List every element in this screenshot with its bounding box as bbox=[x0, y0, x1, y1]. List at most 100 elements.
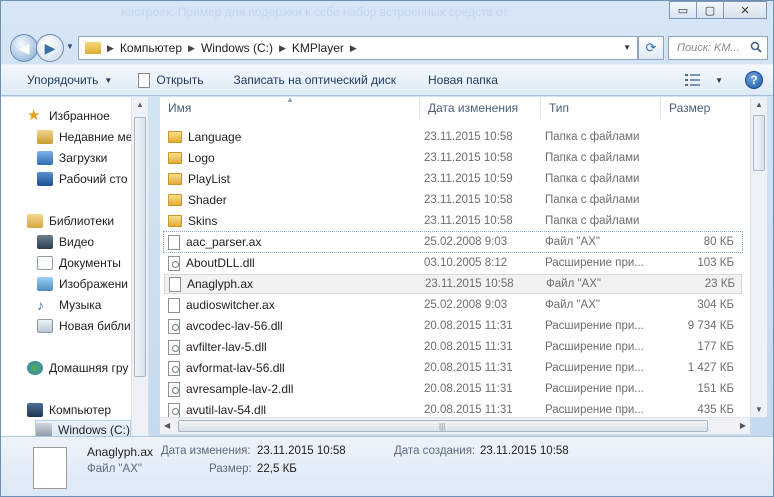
recent-places-icon bbox=[37, 130, 53, 144]
file-row[interactable]: avfilter-lav-5.dll 20.08.2015 11:31 Расшир… bbox=[164, 337, 742, 357]
navpane-scrollbar[interactable]: ▲ bbox=[131, 97, 148, 436]
cell-name: avutil-lav-54.dll bbox=[164, 402, 424, 417]
maximize-button[interactable]: ▢ bbox=[696, 1, 724, 19]
file-row[interactable]: audioswitcher.ax 25.02.2008 9:03 Файл "AX"… bbox=[164, 295, 742, 315]
file-row[interactable]: avcodec-lav-56.dll 20.08.2015 11:31 Расшир… bbox=[164, 316, 742, 336]
file-row[interactable]: avresample-lav-2.dll 20.08.2015 11:31 Расш… bbox=[164, 379, 742, 399]
chevron-right-icon[interactable]: ▶ bbox=[107, 43, 114, 54]
cell-date: 25.02.2008 9:03 bbox=[424, 299, 508, 311]
search-input[interactable]: Поиск: KM... bbox=[668, 36, 768, 60]
cell-type: Папка с файлами bbox=[545, 215, 640, 227]
folder-row[interactable]: Shader 23.11.2015 10:58 Папка с файлами bbox=[164, 190, 742, 210]
folder-row[interactable]: Logo 23.11.2015 10:58 Папка с файлами bbox=[164, 148, 742, 168]
file-row[interactable]: AboutDLL.dll 03.10.2005 8:12 Расширение пр… bbox=[164, 253, 742, 273]
cell-date: 23.11.2015 10:59 bbox=[424, 173, 513, 185]
nav-label: Компьютер bbox=[49, 403, 112, 417]
open-button[interactable]: Открыть bbox=[128, 67, 213, 93]
scroll-right-icon[interactable]: ▶ bbox=[740, 421, 746, 430]
filelist-vscroll-thumb[interactable] bbox=[753, 115, 765, 171]
folder-icon bbox=[168, 173, 182, 185]
column-type[interactable]: Тип bbox=[541, 97, 661, 119]
scroll-up-icon[interactable]: ▲ bbox=[136, 100, 144, 109]
nav-label: Домашняя гру bbox=[49, 361, 129, 375]
chevron-right-icon[interactable]: ▶ bbox=[350, 43, 357, 54]
forward-button[interactable]: ▶ bbox=[36, 34, 64, 62]
chevron-right-icon[interactable]: ▶ bbox=[279, 43, 286, 54]
filelist-vertical-scrollbar[interactable]: ▲ ▼ bbox=[750, 97, 767, 417]
refresh-button[interactable]: ⟳ bbox=[638, 36, 664, 60]
file-row[interactable]: avformat-lav-56.dll 20.08.2015 11:31 Расши… bbox=[164, 358, 742, 378]
dll-file-icon bbox=[168, 318, 180, 334]
cell-name: audioswitcher.ax bbox=[164, 297, 424, 313]
file-row[interactable]: avutil-lav-54.dll 20.08.2015 11:31 Расшире… bbox=[164, 400, 742, 417]
folder-row[interactable]: PlayList 23.11.2015 10:59 Папка с файлами bbox=[164, 169, 742, 189]
column-date[interactable]: Дата изменения bbox=[420, 97, 541, 119]
folder-row[interactable]: Language 23.11.2015 10:58 Папка с файлами bbox=[164, 127, 742, 147]
organize-button[interactable]: Упорядочить ▼ bbox=[17, 67, 122, 93]
open-label: Открыть bbox=[156, 73, 204, 87]
details-modified-label: Дата изменения: bbox=[161, 445, 251, 457]
scroll-grip-icon: ||| bbox=[439, 422, 446, 431]
cell-type: Файл "AX" bbox=[546, 278, 601, 290]
navigation-pane: ★ Избранное Недавние ме Загрузки Рабочий… bbox=[1, 97, 149, 436]
breadcrumb-drive[interactable]: Windows (C:) bbox=[201, 41, 273, 55]
cell-size: 103 КБ bbox=[697, 257, 734, 269]
cell-type: Папка с файлами bbox=[545, 194, 640, 206]
chevron-right-icon[interactable]: ▶ bbox=[188, 43, 195, 54]
downloads-icon bbox=[37, 151, 53, 165]
new-folder-button[interactable]: Новая папка bbox=[418, 67, 508, 93]
folder-icon bbox=[85, 42, 101, 54]
cell-date: 20.08.2015 11:31 bbox=[424, 320, 513, 332]
close-button[interactable]: ✕ bbox=[723, 1, 767, 19]
star-icon: ★ bbox=[27, 107, 41, 124]
navigation-bar: ◀ ▶ ▼ ▶ Компьютер ▶ Windows (C:) ▶ KMPla… bbox=[6, 32, 768, 62]
details-size-label: Размер: bbox=[209, 463, 252, 475]
column-name[interactable]: Имя ▲ bbox=[160, 97, 420, 119]
file-name: avutil-lav-54.dll bbox=[186, 403, 267, 417]
back-button[interactable]: ◀ bbox=[10, 34, 38, 62]
view-dropdown-icon[interactable]: ▼ bbox=[715, 76, 723, 85]
cell-type: Папка с файлами bbox=[545, 131, 640, 143]
details-file-type: Файл "AX" bbox=[87, 463, 142, 475]
navpane-scroll-thumb[interactable] bbox=[134, 117, 146, 377]
cell-date: 23.11.2015 10:58 bbox=[424, 215, 513, 227]
music-icon: ♪ bbox=[37, 297, 44, 313]
address-bar[interactable]: ▶ Компьютер ▶ Windows (C:) ▶ KMPlayer ▶ … bbox=[78, 36, 638, 60]
file-name: Anaglyph.ax bbox=[187, 277, 254, 291]
folder-icon bbox=[168, 131, 182, 143]
nav-label: Библиотеки bbox=[49, 214, 115, 228]
burn-button[interactable]: Записать на оптический диск bbox=[223, 67, 406, 93]
file-name: Language bbox=[188, 130, 242, 144]
desktop-icon bbox=[37, 172, 53, 186]
command-bar: Упорядочить ▼ Открыть Записать на оптиче… bbox=[1, 64, 773, 96]
scroll-up-icon[interactable]: ▲ bbox=[755, 100, 763, 109]
scroll-left-icon[interactable]: ◀ bbox=[164, 421, 170, 430]
breadcrumb-computer[interactable]: Компьютер bbox=[120, 41, 182, 55]
help-button[interactable]: ? bbox=[745, 71, 763, 89]
file-row[interactable]: aac_parser.ax 25.02.2008 9:03 Файл "AX" 80 … bbox=[163, 231, 743, 253]
details-created-value: 23.11.2015 10:58 bbox=[480, 445, 569, 457]
filelist-hscroll-thumb[interactable]: ||| bbox=[178, 420, 708, 432]
address-dropdown-icon[interactable]: ▼ bbox=[623, 43, 631, 52]
cell-type: Файл "AX" bbox=[545, 299, 600, 311]
breadcrumb-folder[interactable]: KMPlayer bbox=[292, 41, 344, 55]
nav-windows-c[interactable]: Windows (C:) bbox=[35, 420, 131, 436]
window-controls: ▭ ▢ ✕ bbox=[669, 1, 767, 19]
file-name: audioswitcher.ax bbox=[186, 298, 275, 312]
cell-name: Language bbox=[164, 130, 424, 144]
search-placeholder: Поиск: KM... bbox=[677, 42, 740, 54]
dll-file-icon bbox=[168, 255, 180, 271]
cell-date: 23.11.2015 10:58 bbox=[424, 194, 513, 206]
file-row[interactable]: Anaglyph.ax 23.11.2015 10:58 Файл "AX" 23 К… bbox=[164, 274, 742, 294]
scroll-down-icon[interactable]: ▼ bbox=[755, 405, 763, 414]
cell-size: 177 КБ bbox=[697, 341, 734, 353]
cell-type: Папка с файлами bbox=[545, 152, 640, 164]
column-name-label: Имя bbox=[168, 101, 192, 115]
filelist-horizontal-scrollbar[interactable]: ◀ ||| ▶ bbox=[160, 417, 750, 434]
view-options-icon[interactable] bbox=[685, 73, 701, 87]
column-size[interactable]: Размер bbox=[661, 97, 750, 119]
dll-file-icon bbox=[168, 360, 180, 376]
recent-pages-dropdown[interactable]: ▼ bbox=[66, 42, 74, 51]
minimize-button[interactable]: ▭ bbox=[669, 1, 697, 19]
folder-row[interactable]: Skins 23.11.2015 10:58 Папка с файлами bbox=[164, 211, 742, 231]
